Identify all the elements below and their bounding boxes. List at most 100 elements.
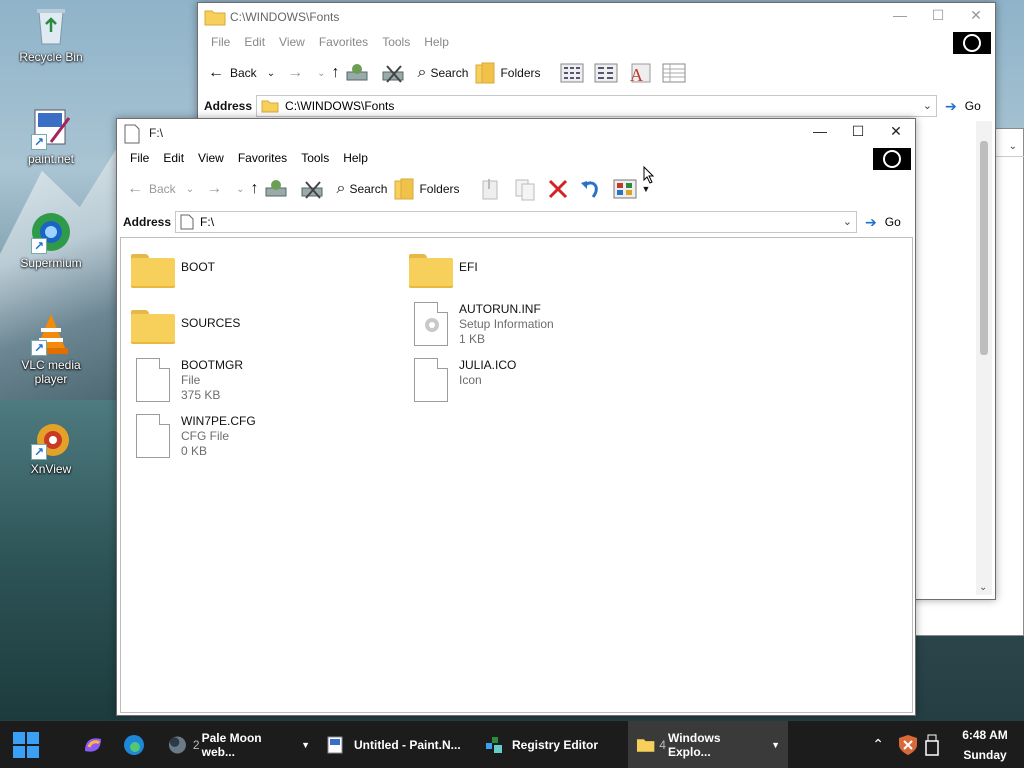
vertical-scrollbar[interactable]: ⌄	[974, 121, 992, 595]
move-to-button[interactable]	[479, 177, 507, 201]
views-icon	[613, 179, 637, 199]
menu-view[interactable]: View	[191, 151, 231, 165]
menu-bar: File Edit View Favorites Tools Help	[117, 147, 915, 170]
title-bar[interactable]: C:\WINDOWS\Fonts — ☐ ✕	[198, 3, 995, 31]
caret-down-icon[interactable]: ▼	[641, 184, 650, 194]
list-item[interactable]: AUTORUN.INF Setup Information 1 KB	[414, 302, 554, 347]
desktop-icon-vlc[interactable]: ↗ VLC media player	[6, 312, 96, 386]
drive-explorer-window[interactable]: F:\ — ☐ ✕ File Edit View Favorites Tools…	[116, 118, 916, 716]
shortcut-arrow-icon: ↗	[31, 444, 47, 460]
setup-file-icon	[414, 302, 448, 346]
search-button[interactable]: ⌕ Search	[417, 64, 468, 82]
clock[interactable]: 6:48 AM Sunday	[946, 725, 1024, 765]
menu-edit[interactable]: Edit	[156, 151, 191, 165]
window-title: F:\	[149, 126, 163, 140]
back-button[interactable]: ← Back ⌄	[127, 180, 194, 198]
maximize-button[interactable]: ☐	[919, 3, 957, 27]
list-item[interactable]: EFI	[409, 252, 478, 288]
taskbar-item-paint-net[interactable]: Untitled - Paint.N...	[318, 721, 476, 768]
menu-favorites[interactable]: Favorites	[231, 151, 294, 165]
folders-label: Folders	[500, 66, 541, 80]
chevron-down-icon[interactable]: ⌄	[236, 184, 244, 195]
edge-button[interactable]	[108, 721, 160, 768]
maximize-button[interactable]: ☐	[839, 119, 877, 143]
menu-tools[interactable]: Tools	[294, 151, 336, 165]
caret-down-icon[interactable]: ▼	[301, 740, 310, 750]
undo-button[interactable]	[579, 177, 607, 201]
menu-favorites[interactable]: Favorites	[312, 35, 375, 49]
taskbar-item-registry-editor[interactable]: Registry Editor	[476, 721, 624, 768]
list-item[interactable]: SOURCES	[131, 308, 240, 344]
forward-button[interactable]: → ⌄	[281, 64, 325, 82]
chevron-down-icon[interactable]: ⌄	[979, 582, 987, 593]
view-large-icons-button[interactable]	[560, 63, 588, 83]
title-bar[interactable]: F:\ — ☐ ✕	[117, 119, 915, 147]
copilot-button[interactable]	[78, 721, 108, 768]
start-button[interactable]	[0, 721, 52, 768]
menu-file[interactable]: File	[123, 151, 156, 165]
menu-help[interactable]: Help	[417, 35, 456, 49]
menu-help[interactable]: Help	[336, 151, 375, 165]
desktop-icon-recycle-bin[interactable]: Recycle Bin	[6, 4, 96, 64]
desktop-icon-xnview[interactable]: ↗ XnView	[6, 416, 96, 476]
search-button[interactable]: ⌕ Search	[336, 180, 387, 198]
go-button[interactable]: ➔ Go	[937, 98, 995, 115]
chevron-down-icon[interactable]: ⌄	[317, 68, 325, 79]
forward-button[interactable]: → ⌄	[200, 180, 244, 198]
item-name: BOOTMGR	[181, 358, 243, 372]
details-view-icon	[662, 63, 686, 83]
menu-file[interactable]: File	[204, 35, 237, 49]
scrollbar-thumb[interactable]	[980, 141, 988, 355]
chevron-down-icon[interactable]: ⌄	[267, 68, 275, 79]
address-label: Address	[204, 99, 253, 113]
up-button[interactable]: ↑	[250, 180, 258, 198]
taskbar-item-windows-explorer[interactable]: 4 Windows Explo... ▼	[628, 721, 788, 768]
folders-button[interactable]: Folders	[393, 177, 459, 201]
list-item[interactable]: WIN7PE.CFG CFG File 0 KB	[136, 414, 256, 459]
minimize-button[interactable]: —	[801, 119, 839, 143]
delete-button[interactable]	[547, 178, 573, 200]
menu-edit[interactable]: Edit	[237, 35, 272, 49]
up-button[interactable]: ↑	[331, 64, 339, 82]
desktop-icon-paint-net[interactable]: ↗ paint.net	[6, 106, 96, 166]
map-drive-button[interactable]	[264, 178, 294, 200]
chevron-down-icon[interactable]: ⌄	[186, 184, 194, 195]
go-button[interactable]: ➔ Go	[857, 214, 915, 231]
close-button[interactable]: ✕	[877, 119, 915, 143]
menu-tools[interactable]: Tools	[375, 35, 417, 49]
map-drive-button[interactable]	[345, 62, 375, 84]
svg-text:A: A	[630, 65, 643, 84]
list-item[interactable]: BOOTMGR File 375 KB	[136, 358, 243, 403]
drive-icon	[180, 214, 194, 230]
menu-view[interactable]: View	[272, 35, 312, 49]
item-name: EFI	[459, 260, 478, 274]
close-button[interactable]: ✕	[957, 3, 995, 27]
item-name: AUTORUN.INF	[459, 302, 541, 316]
similarity-button[interactable]: A	[628, 62, 656, 84]
copy-to-button[interactable]	[513, 177, 541, 201]
usb-drive-icon[interactable]	[924, 734, 940, 756]
disconnect-drive-button[interactable]	[381, 62, 411, 84]
clock-day: Sunday	[963, 747, 1007, 762]
large-icons-view-icon	[560, 63, 584, 83]
folders-button[interactable]: Folders	[474, 61, 540, 85]
chevron-down-icon[interactable]: ⌄	[843, 215, 852, 228]
file-list-pane[interactable]: BOOT EFI SOURCES AUTORUN.INF Setup Infor…	[120, 237, 913, 713]
caret-down-icon[interactable]: ▼	[771, 740, 780, 750]
list-item[interactable]: JULIA.ICO Icon	[414, 358, 516, 402]
address-input[interactable]: C:\WINDOWS\Fonts ⌄	[256, 95, 937, 117]
desktop-icon-label: Recycle Bin	[19, 50, 83, 64]
security-shield-icon[interactable]	[898, 734, 918, 756]
address-input[interactable]: F:\ ⌄	[175, 211, 857, 233]
show-hidden-icons-chevron-icon[interactable]: ⌃	[872, 736, 884, 753]
list-item[interactable]: BOOT	[131, 252, 215, 288]
details-view-button[interactable]	[662, 63, 690, 83]
minimize-button[interactable]: —	[881, 3, 919, 27]
disconnect-drive-button[interactable]	[300, 178, 330, 200]
taskbar-item-pale-moon[interactable]: 2 Pale Moon web... ▼	[160, 721, 318, 768]
chevron-down-icon[interactable]: ⌄	[923, 99, 932, 112]
back-button[interactable]: ← Back ⌄	[208, 64, 275, 82]
desktop-icon-supermium[interactable]: ↗ Supermium	[6, 210, 96, 270]
view-list-button[interactable]	[594, 63, 622, 83]
mouse-cursor-icon	[643, 166, 655, 184]
